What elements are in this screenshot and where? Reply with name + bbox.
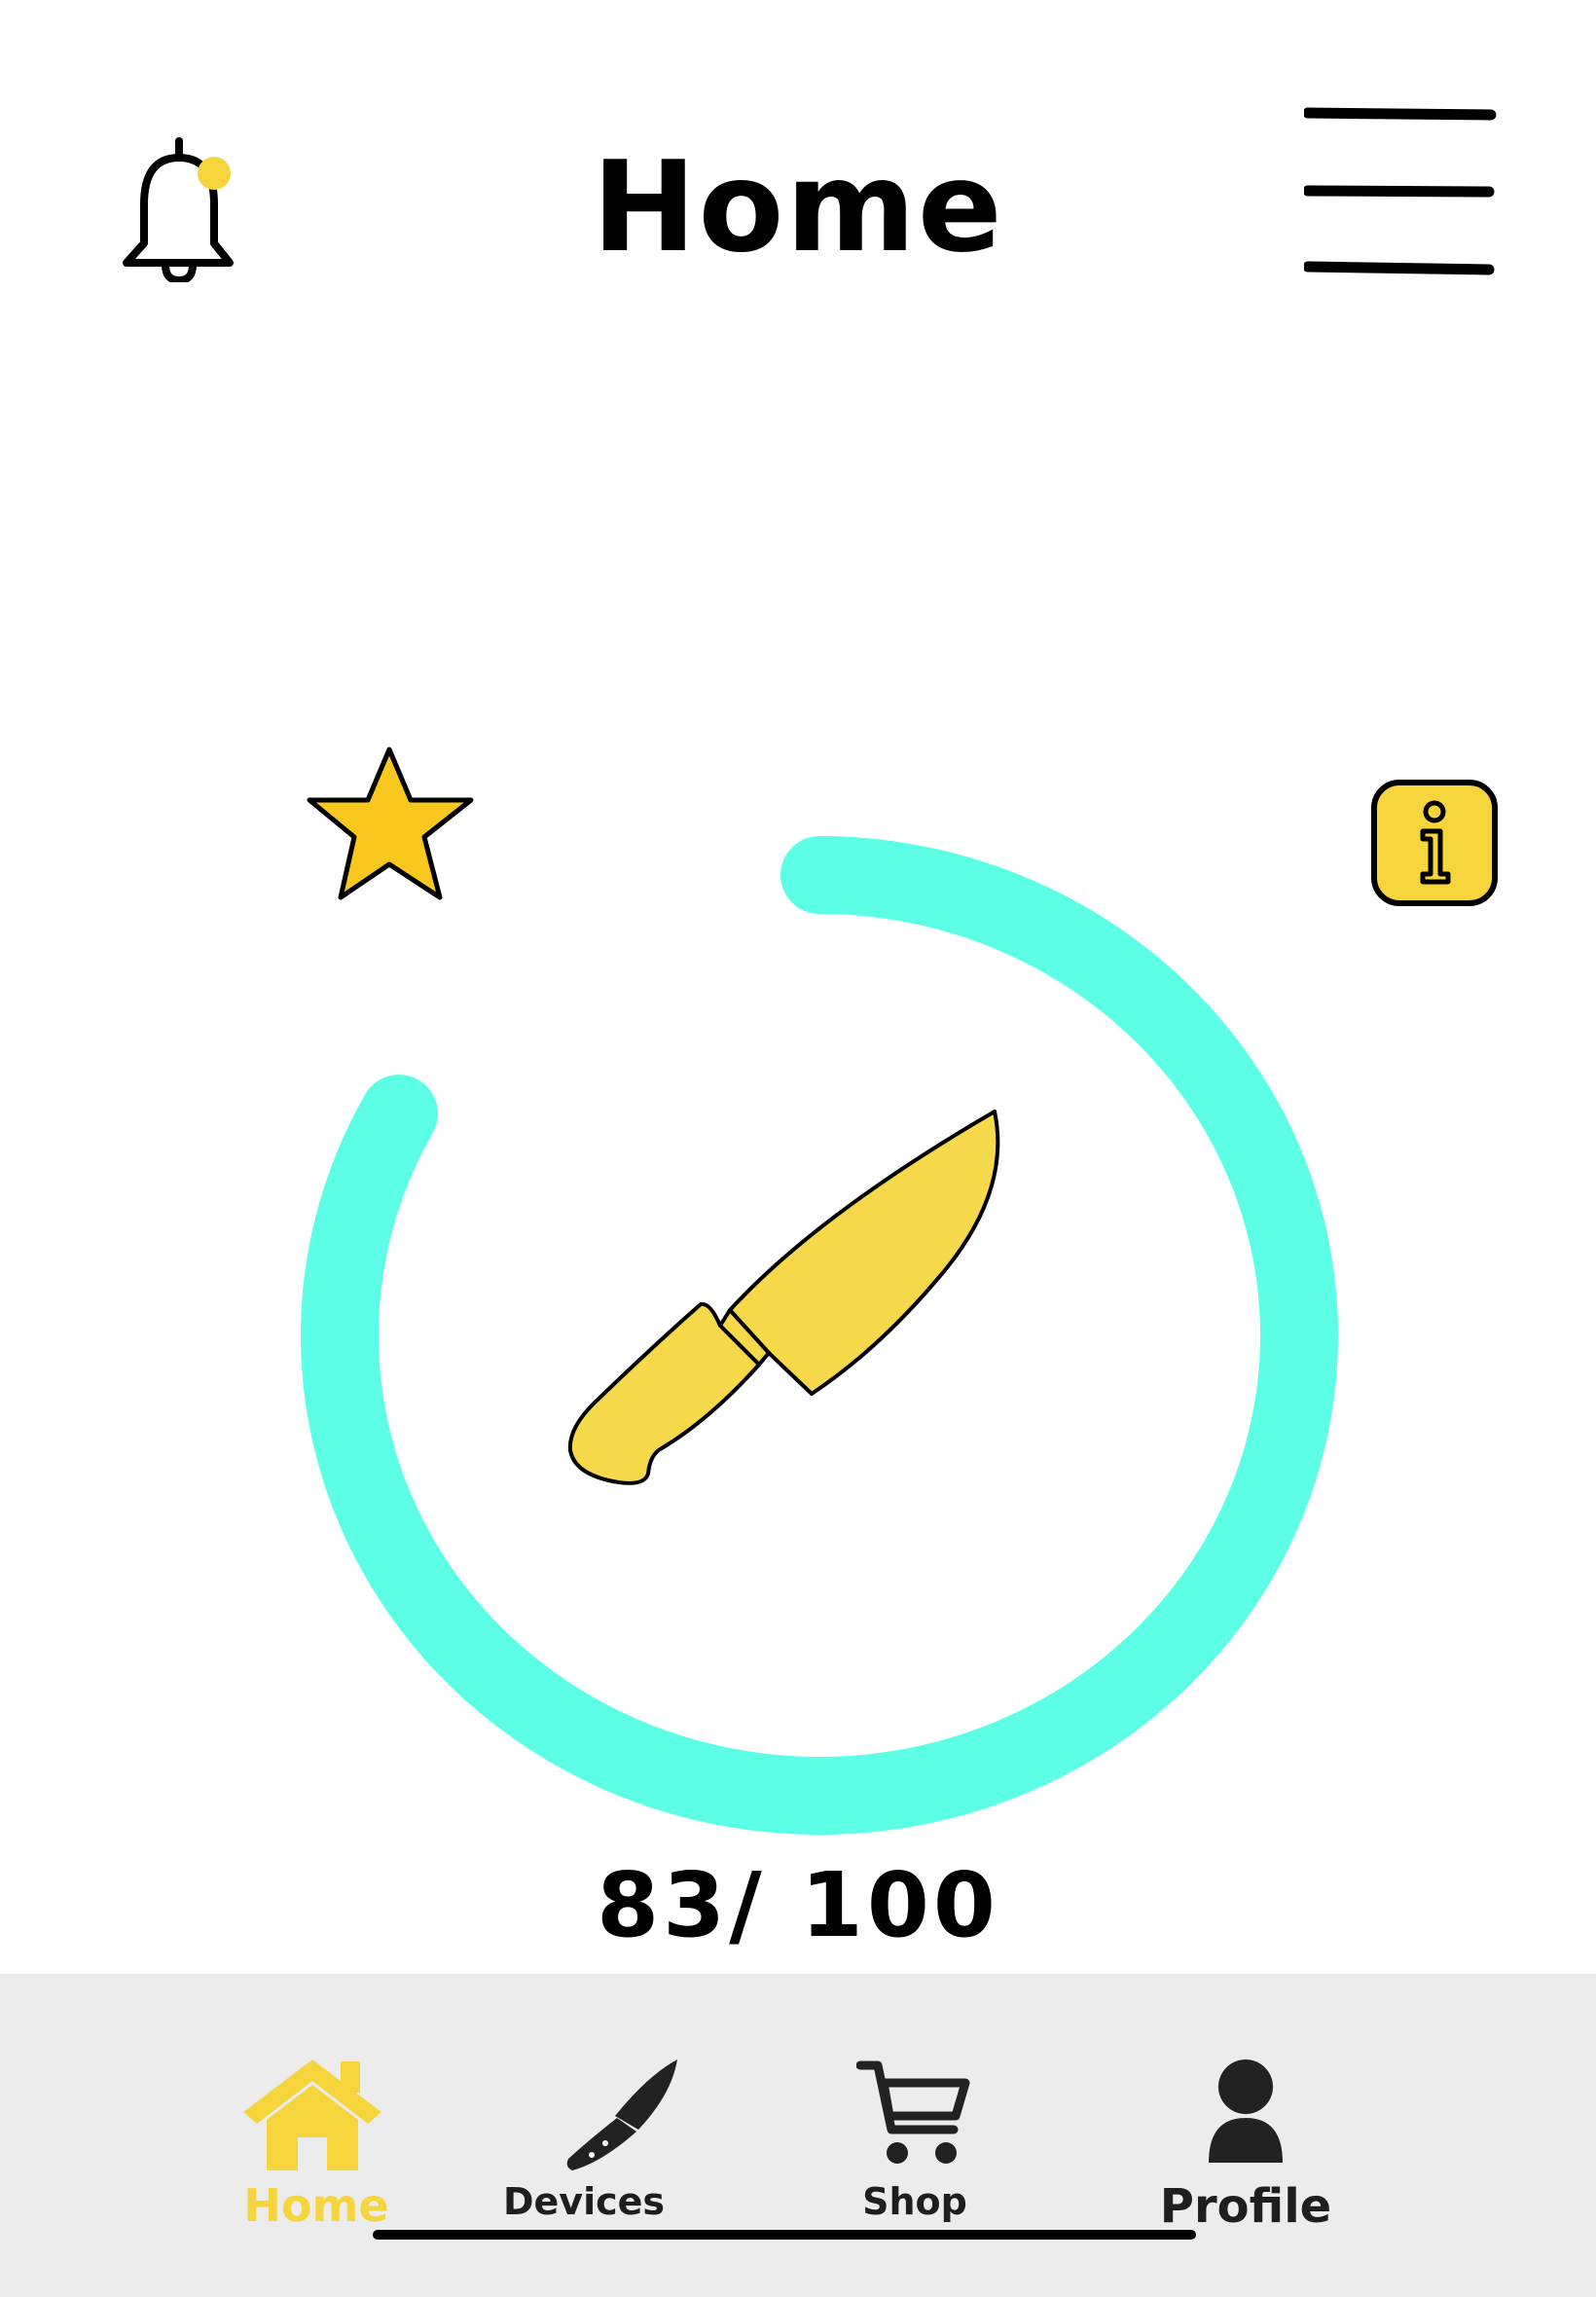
info-icon (1371, 780, 1498, 906)
house-icon (243, 2060, 381, 2170)
tab-shop[interactable]: Shop (837, 2013, 993, 2237)
tab-home[interactable]: Home (224, 2013, 409, 2237)
favorite-button[interactable] (304, 742, 479, 907)
knife-icon (566, 2060, 677, 2170)
hamburger-menu-icon (1302, 107, 1497, 275)
person-icon (1209, 2060, 1283, 2163)
tab-devices[interactable]: Devices (487, 2013, 681, 2237)
cart-icon (856, 2060, 970, 2164)
tab-label-shop: Shop (862, 2180, 967, 2223)
tab-profile[interactable]: Profile (1148, 2013, 1343, 2237)
tab-bar: Home Devices Shop Profile (0, 1974, 1596, 2297)
tab-label-home: Home (243, 2179, 389, 2232)
knife-icon (567, 1110, 1000, 1485)
tab-label-profile: Profile (1159, 2179, 1332, 2234)
score-text: 83/ 100 (597, 1853, 999, 1957)
star-icon (307, 747, 474, 900)
menu-button[interactable] (1302, 97, 1499, 282)
info-button[interactable] (1370, 779, 1499, 907)
tab-label-devices: Devices (502, 2180, 666, 2223)
home-indicator (373, 2230, 1196, 2240)
